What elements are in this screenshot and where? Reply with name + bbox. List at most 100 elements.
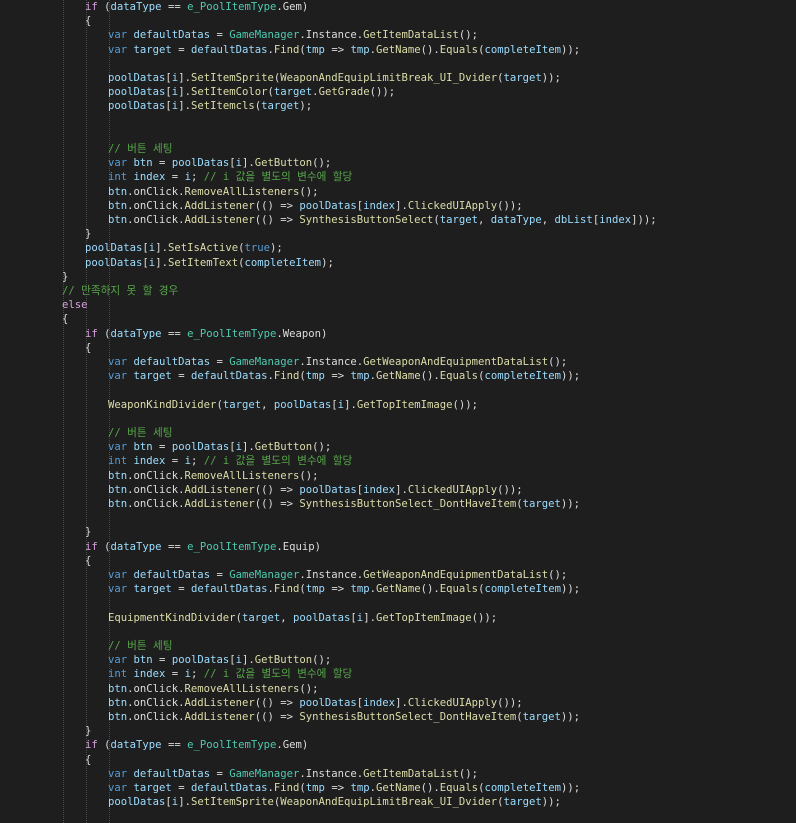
code-token: GetGrade xyxy=(318,86,370,99)
code-line[interactable]: // 버튼 세팅 xyxy=(108,142,173,156)
code-token: GetName xyxy=(375,583,421,596)
code-line[interactable]: var defaultDatas = GameManager.Instance.… xyxy=(108,28,478,42)
code-token: btn xyxy=(108,682,128,695)
code-line[interactable]: btn.onClick.AddListener(() => poolDatas[… xyxy=(108,696,523,710)
code-line[interactable]: if (dataType == e_PoolItemType.Gem) xyxy=(85,0,308,14)
code-token: .onClick. xyxy=(127,696,185,709)
code-token: } xyxy=(85,526,92,539)
code-token: .onClick. xyxy=(127,199,185,212)
code-token: poolDatas xyxy=(108,100,166,113)
code-line[interactable]: } xyxy=(85,525,91,539)
code-token: index xyxy=(133,668,166,681)
code-token: = xyxy=(171,583,191,596)
code-token: AddListener xyxy=(184,199,255,212)
code-line[interactable]: poolDatas[i].SetItemText(completeItem); xyxy=(85,256,334,270)
code-line[interactable]: if (dataType == e_PoolItemType.Gem) xyxy=(85,738,308,752)
code-line[interactable]: { xyxy=(62,312,68,326)
code-token: (() => xyxy=(254,199,300,212)
code-token: RemoveAllListeners xyxy=(184,469,300,482)
code-line[interactable]: var target = defaultDatas.Find(tmp => tm… xyxy=(108,43,580,57)
code-token: poolDatas xyxy=(108,796,166,809)
code-line[interactable]: if (dataType == e_PoolItemType.Equip) xyxy=(85,540,321,554)
code-line[interactable]: poolDatas[i].SetIsActive(true); xyxy=(85,241,283,255)
code-token: = xyxy=(165,171,185,184)
code-line[interactable]: poolDatas[i].SetItemSprite(WeaponAndEqui… xyxy=(108,795,561,809)
code-token: ]. xyxy=(363,611,376,624)
code-line[interactable]: btn.onClick.AddListener(() => SynthesisB… xyxy=(108,497,580,511)
code-token: ()); xyxy=(497,483,523,496)
code-token: ]. xyxy=(155,242,168,255)
code-line[interactable]: { xyxy=(85,341,91,355)
code-token: == xyxy=(161,540,188,553)
code-line[interactable]: btn.onClick.AddListener(() => poolDatas[… xyxy=(108,199,523,213)
code-editor[interactable]: if (dataType == e_PoolItemType.Gem){var … xyxy=(0,0,796,823)
code-token: (() => xyxy=(254,498,300,510)
code-token: btn xyxy=(108,469,128,482)
code-token: (); xyxy=(548,356,568,368)
code-line[interactable]: var btn = poolDatas[i].GetButton(); xyxy=(108,156,331,170)
code-token: (() => xyxy=(254,214,300,226)
code-token: Find xyxy=(273,583,300,596)
code-token: ; xyxy=(190,171,204,184)
code-line[interactable]: // 버튼 세팅 xyxy=(108,426,173,440)
code-token: GetButton xyxy=(254,157,313,170)
code-token: target xyxy=(222,398,262,411)
code-token: index xyxy=(599,214,632,226)
code-token: defaultDatas xyxy=(190,782,268,794)
code-line[interactable]: var btn = poolDatas[i].GetButton(); xyxy=(108,653,331,667)
code-token: ]. xyxy=(178,100,191,113)
code-token: , xyxy=(261,398,274,411)
code-line[interactable]: EquipmentKindDivider(target, poolDatas[i… xyxy=(108,611,497,625)
code-line[interactable]: // 만족하지 못 할 경우 xyxy=(62,284,178,298)
code-token: target xyxy=(503,72,542,84)
code-line[interactable]: poolDatas[i].SetItemSprite(WeaponAndEqui… xyxy=(108,71,561,85)
code-token: poolDatas xyxy=(108,86,166,99)
code-token: .Instance. xyxy=(299,356,364,368)
code-line[interactable]: else xyxy=(62,298,88,312)
code-line[interactable]: var defaultDatas = GameManager.Instance.… xyxy=(108,568,567,582)
code-line[interactable]: btn.onClick.RemoveAllListeners(); xyxy=(108,682,319,696)
code-line[interactable]: var defaultDatas = GameManager.Instance.… xyxy=(108,355,567,369)
code-line[interactable]: btn.onClick.RemoveAllListeners(); xyxy=(108,469,319,483)
code-line[interactable]: int index = i; // i 값을 별도의 변수에 할당 xyxy=(108,667,352,681)
code-line[interactable]: // 버튼 세팅 xyxy=(108,639,173,653)
code-token: (); xyxy=(312,654,332,667)
code-line[interactable]: if (dataType == e_PoolItemType.Weapon) xyxy=(85,327,327,341)
code-line[interactable]: WeaponKindDivider(target, poolDatas[i].G… xyxy=(108,398,478,412)
code-line[interactable]: poolDatas[i].SetItemColor(target.GetGrad… xyxy=(108,85,395,99)
code-line[interactable]: btn.onClick.AddListener(() => SynthesisB… xyxy=(108,710,580,724)
code-token: ]. xyxy=(344,398,357,411)
code-token: AddListener xyxy=(184,696,255,709)
code-line[interactable]: btn.onClick.AddListener(() => SynthesisB… xyxy=(108,213,657,227)
code-line[interactable]: } xyxy=(85,227,91,241)
code-token: } xyxy=(85,725,92,738)
code-token: poolDatas xyxy=(108,72,166,84)
code-token: else xyxy=(62,299,88,312)
code-line[interactable]: var target = defaultDatas.Find(tmp => tm… xyxy=(108,781,580,795)
code-line[interactable]: var target = defaultDatas.Find(tmp => tm… xyxy=(108,582,580,596)
code-token: tmp xyxy=(305,43,325,56)
code-line[interactable]: } xyxy=(62,270,68,284)
code-line[interactable]: } xyxy=(85,724,91,738)
code-token: tmp xyxy=(350,43,370,56)
code-line[interactable]: int index = i; // i 값을 별도의 변수에 할당 xyxy=(108,170,352,184)
code-line[interactable]: var target = defaultDatas.Find(tmp => tm… xyxy=(108,369,580,383)
code-token: poolDatas xyxy=(299,483,357,496)
code-line[interactable]: var defaultDatas = GameManager.Instance.… xyxy=(108,767,478,781)
code-line[interactable]: btn.onClick.AddListener(() => poolDatas[… xyxy=(108,483,523,497)
code-token: ]. xyxy=(395,483,408,496)
code-token: (); xyxy=(548,569,568,581)
code-token: { xyxy=(62,313,69,326)
code-token: Equals xyxy=(439,43,479,56)
code-token: ]. xyxy=(395,696,408,709)
code-token: (). xyxy=(420,782,440,794)
code-line[interactable]: { xyxy=(85,753,91,767)
code-line[interactable]: { xyxy=(85,14,91,28)
code-token: { xyxy=(85,15,92,28)
code-line[interactable]: int index = i; // i 값을 별도의 변수에 할당 xyxy=(108,454,352,468)
code-line[interactable]: var btn = poolDatas[i].GetButton(); xyxy=(108,440,331,454)
code-line[interactable]: poolDatas[i].SetItemcls(target); xyxy=(108,99,312,113)
code-line[interactable]: { xyxy=(85,554,91,568)
code-token: ( xyxy=(97,540,111,553)
code-line[interactable]: btn.onClick.RemoveAllListeners(); xyxy=(108,185,319,199)
